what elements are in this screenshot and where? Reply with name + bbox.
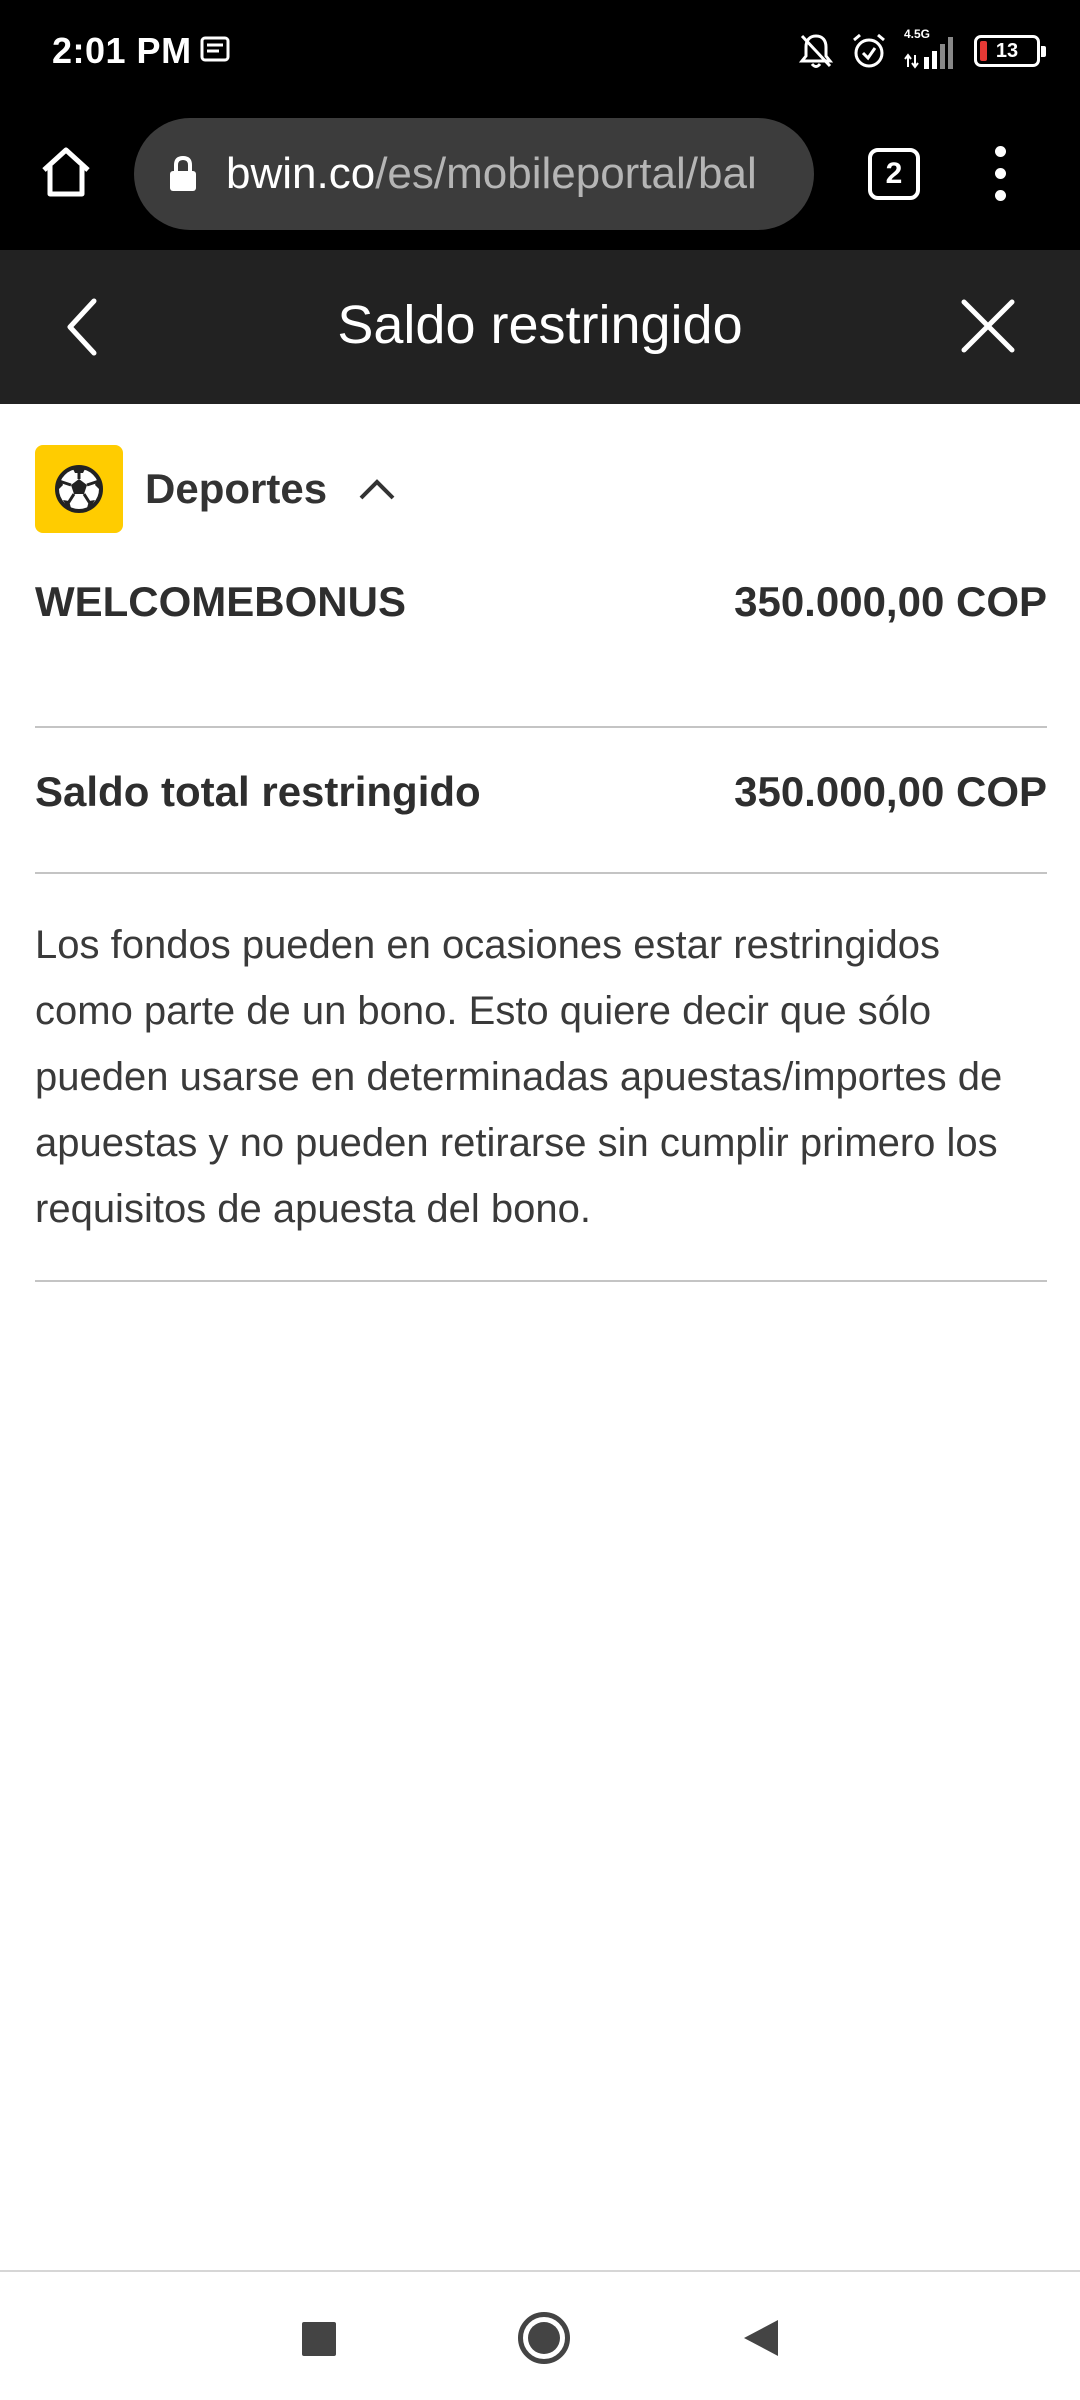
battery-icon: 13 (974, 35, 1046, 67)
system-nav-bar (0, 2270, 1080, 2400)
section-header-deportes[interactable]: Deportes (35, 444, 397, 534)
url-path: /es/mobileportal/bal (375, 149, 757, 198)
info-text: Los fondos pueden en ocasiones estar res… (35, 923, 1003, 1231)
lock-icon (170, 155, 196, 191)
back-button[interactable] (744, 2320, 778, 2356)
divider (35, 1280, 1047, 1282)
page-header: Saldo restringido (0, 250, 1080, 404)
home-icon[interactable] (36, 142, 96, 202)
divider (35, 872, 1047, 874)
soccer-ball-icon (55, 465, 103, 513)
recents-button[interactable] (302, 2322, 336, 2356)
total-row: Saldo total restringido 350.000,00 COP (35, 768, 1047, 816)
total-value: 350.000,00 COP (734, 768, 1047, 815)
url-text: bwin.co/es/mobileportal/bal (226, 149, 757, 199)
home-button[interactable] (518, 2312, 570, 2364)
battery-level (980, 41, 987, 61)
battery-percent: 13 (995, 39, 1019, 62)
message-icon (200, 36, 230, 62)
sport-icon-box (35, 445, 123, 533)
tab-switcher-button[interactable]: 2 (868, 148, 920, 200)
divider (35, 726, 1047, 728)
bonus-label: WELCOMEBONUS (35, 578, 406, 625)
url-host: bwin.co (226, 149, 376, 198)
home-dot-icon (528, 2322, 560, 2354)
alarm-icon (853, 33, 885, 68)
status-icons: 4.5G 13 (798, 27, 1046, 74)
address-bar[interactable]: bwin.co/es/mobileportal/bal (134, 118, 814, 230)
section-title: Deportes (145, 465, 328, 512)
browser-toolbar: bwin.co/es/mobileportal/bal 2 (0, 102, 1080, 250)
bonus-value: 350.000,00 COP (734, 578, 1047, 625)
status-bar: 2:01 PM 4.5G 13 (0, 0, 1080, 102)
page-title: Saldo restringido (337, 295, 743, 355)
signal-icon: 4.5G (904, 27, 958, 71)
close-icon[interactable] (958, 296, 1018, 356)
more-options-icon[interactable] (986, 144, 1014, 204)
total-label: Saldo total restringido (35, 768, 481, 815)
status-time: 2:01 PM (52, 30, 192, 71)
chevron-up-icon[interactable] (357, 476, 397, 502)
bell-off-icon (798, 34, 834, 68)
bonus-row: WELCOMEBONUS 350.000,00 COP (35, 578, 1047, 626)
